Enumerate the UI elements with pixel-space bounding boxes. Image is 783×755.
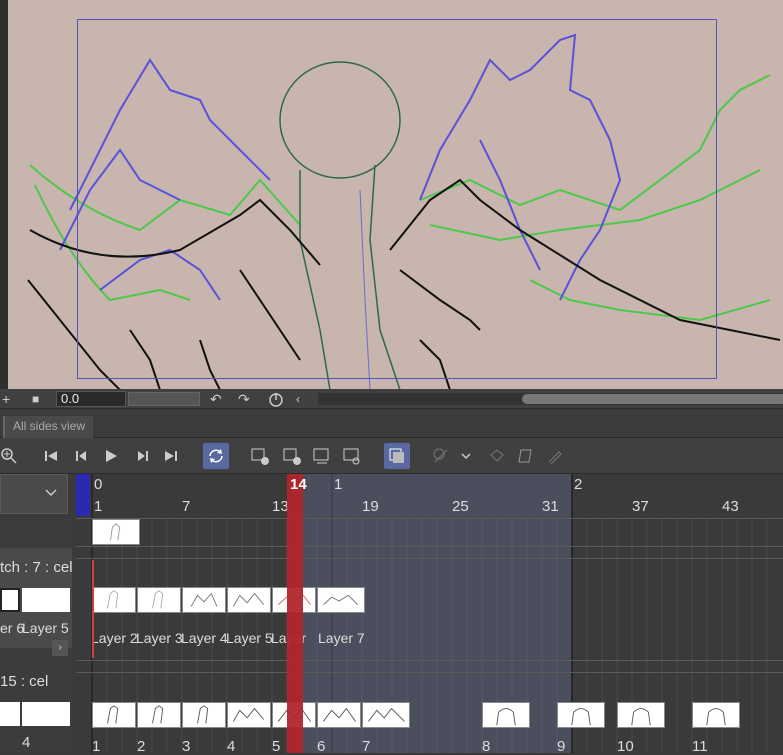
cel-thumbnail[interactable] xyxy=(227,702,271,728)
cel-thumbnail[interactable] xyxy=(0,702,20,726)
stop-icon[interactable]: ■ xyxy=(32,391,39,407)
canvas-area[interactable] xyxy=(0,0,783,390)
track-start-marker xyxy=(92,560,94,658)
track-name-sketch: tch : 7 : cel xyxy=(0,559,73,576)
cel-label: Layer 4 xyxy=(181,630,228,646)
cel-thumbnail[interactable] xyxy=(92,702,136,728)
new-cel-icon[interactable] xyxy=(279,443,305,469)
cel-thumbnail[interactable] xyxy=(0,588,20,612)
frame-guide xyxy=(77,19,717,379)
cel-number: 4 xyxy=(227,738,236,755)
ruler-second-label: 2 xyxy=(574,476,583,493)
track-select-dropdown[interactable] xyxy=(0,474,68,514)
last-frame-icon[interactable] xyxy=(158,443,184,469)
cel-number: 7 xyxy=(362,738,371,755)
playhead[interactable] xyxy=(287,474,303,753)
edit-timing-icon[interactable] xyxy=(512,443,538,469)
cel-number: 5 xyxy=(272,738,281,755)
cel-thumbnail[interactable] xyxy=(22,702,70,726)
layer-label: er 6 xyxy=(0,620,25,636)
timeline-toolbar xyxy=(0,438,783,474)
light-table-icon[interactable] xyxy=(428,443,454,469)
cel-thumbnail[interactable] xyxy=(182,702,226,728)
cel-number: 8 xyxy=(482,738,491,755)
onion-skin-icon[interactable] xyxy=(384,443,410,469)
cel-label: Layer 3 xyxy=(136,630,183,646)
first-frame-icon[interactable] xyxy=(38,443,64,469)
cel-thumbnail[interactable] xyxy=(317,587,365,613)
undo-rotate-icon[interactable]: ↶ xyxy=(210,391,222,407)
cel-number: 10 xyxy=(617,738,634,755)
work-area-start-marker[interactable] xyxy=(76,474,90,516)
cel-thumbnail[interactable] xyxy=(92,519,140,545)
new-animation-cel-icon[interactable] xyxy=(247,443,273,469)
assign-cel-icon[interactable] xyxy=(309,443,335,469)
loop-icon[interactable] xyxy=(203,443,229,469)
layer-label: Layer 5 xyxy=(22,620,69,636)
cel-thumbnail[interactable] xyxy=(482,702,530,728)
ruler-frame-label: 43 xyxy=(722,498,739,515)
rotation-input[interactable]: 0.0 xyxy=(56,391,126,407)
cel-label: Layer 5 xyxy=(226,630,273,646)
zoom-icon[interactable] xyxy=(0,443,22,469)
cel-thumbnail[interactable] xyxy=(182,587,226,613)
row-divider xyxy=(76,660,783,661)
row-divider xyxy=(76,558,783,559)
ruler-second-label: 1 xyxy=(334,476,343,493)
ruler-frame-label: 37 xyxy=(632,498,649,515)
chevron-down-icon xyxy=(43,485,59,506)
chevron-down-icon[interactable] xyxy=(455,443,477,469)
cel-thumbnail[interactable] xyxy=(137,587,181,613)
scroll-left-icon[interactable]: ‹ xyxy=(296,391,300,407)
reset-rotation-icon[interactable] xyxy=(268,391,284,410)
cel-number: 11 xyxy=(692,738,708,755)
ruler-frame-label: 25 xyxy=(452,498,469,515)
cel-thumbnail[interactable] xyxy=(317,702,361,728)
horizontal-scrollbar[interactable] xyxy=(318,393,783,405)
delete-cel-icon[interactable] xyxy=(484,443,510,469)
cel-number: 1 xyxy=(92,738,101,755)
cel-thumbnail[interactable] xyxy=(362,702,410,728)
ruler-frame-label: 1 xyxy=(94,498,103,515)
rotation-slider[interactable] xyxy=(128,392,200,406)
canvas-toolbar: + ■ 0.0 ↶ ↷ ‹ xyxy=(0,389,783,409)
scrollbar-thumb[interactable] xyxy=(522,394,783,404)
ruler-frame-label: 19 xyxy=(362,498,379,515)
ruler-frame-label: 31 xyxy=(542,498,559,515)
expand-icon[interactable]: › xyxy=(52,640,68,656)
cel-thumbnail[interactable] xyxy=(557,702,605,728)
cel-number: 2 xyxy=(137,738,146,755)
previous-frame-icon[interactable] xyxy=(68,443,94,469)
cel-number: 9 xyxy=(557,738,566,755)
row-divider xyxy=(76,546,783,547)
cel-label: Layer 2 xyxy=(91,630,138,646)
add-icon[interactable]: + xyxy=(2,391,10,407)
next-frame-icon[interactable] xyxy=(130,443,156,469)
panel-tabbar: All sides view xyxy=(0,410,783,438)
row-divider xyxy=(76,672,783,673)
pen-icon[interactable] xyxy=(542,443,568,469)
track-header-panel: tch : 7 : cel er 6 Layer 5 › 15 : cel 4 xyxy=(0,518,73,753)
tab-all-sides-view[interactable]: All sides view xyxy=(3,416,94,438)
cel-thumbnail[interactable] xyxy=(137,702,181,728)
cel-thumbnail[interactable] xyxy=(617,702,665,728)
specify-cel-icon[interactable] xyxy=(339,443,365,469)
cel-label: Layer 7 xyxy=(318,630,365,646)
current-frame-label: 14 xyxy=(290,476,307,493)
ruler-frame-label: 7 xyxy=(182,498,191,515)
cel-number: 6 xyxy=(317,738,326,755)
track-name-cel: 15 : cel xyxy=(0,673,49,690)
cel-thumbnail[interactable] xyxy=(22,588,70,612)
drawing-canvas[interactable] xyxy=(8,0,783,390)
redo-rotate-icon[interactable]: ↷ xyxy=(238,391,250,407)
play-icon[interactable] xyxy=(98,443,124,469)
cel-thumbnail[interactable] xyxy=(227,587,271,613)
row-divider xyxy=(76,518,783,519)
cel-thumbnail[interactable] xyxy=(92,587,136,613)
cel-number: 3 xyxy=(182,738,191,755)
cel-number: 4 xyxy=(22,734,31,751)
ruler-second-label: 0 xyxy=(94,476,103,493)
cel-thumbnail[interactable] xyxy=(692,702,740,728)
